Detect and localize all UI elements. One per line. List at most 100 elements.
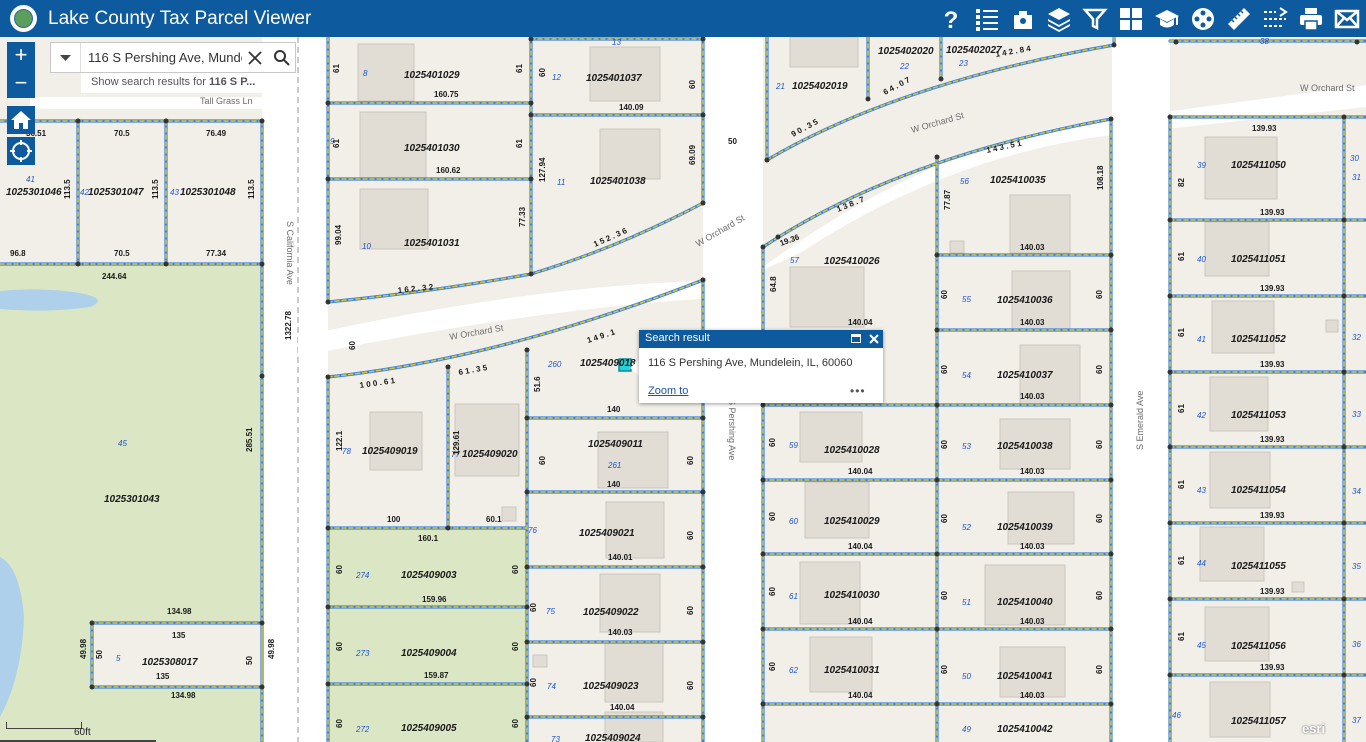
select-icon[interactable]: [1262, 6, 1288, 32]
address-number: 44: [1197, 559, 1206, 568]
parcel-pin: 1025301048: [180, 187, 236, 198]
layer-list-icon[interactable]: [974, 6, 1000, 32]
scale-label: 60ft: [74, 727, 91, 738]
search-icon[interactable]: [273, 49, 291, 67]
dimension-label: 139.93: [1260, 435, 1285, 444]
parcel-pin: 1025409018: [580, 358, 636, 369]
dimension-label: 60: [538, 68, 547, 77]
measure-icon[interactable]: [1226, 6, 1252, 32]
zoom-out-button[interactable]: −: [7, 70, 35, 98]
address-number: 35: [1352, 562, 1361, 571]
parcel-pin: 1025410028: [824, 445, 880, 456]
parcel-pin: 1025410042: [997, 724, 1053, 735]
dimension-label: 60: [1095, 665, 1104, 674]
street-label-pershing: S Pershing Ave: [727, 399, 737, 460]
dimension-label: 50: [728, 137, 737, 146]
dimension-label: 160.62: [436, 166, 461, 175]
dimension-label: 140.04: [848, 467, 873, 476]
dimension-label: 60: [686, 681, 695, 690]
app-title: Lake County Tax Parcel Viewer: [48, 8, 312, 29]
dimension-label: 60: [940, 591, 949, 600]
dimension-label: 60: [529, 603, 538, 612]
address-number: 38: [1260, 37, 1269, 46]
filter-icon[interactable]: [1082, 6, 1108, 32]
parcel-pin: 1025411053: [1231, 410, 1286, 421]
dimension-label: 1322.78: [284, 311, 293, 340]
dimension-label: 60.1: [486, 515, 502, 524]
dimension-label: 140.03: [1020, 691, 1045, 700]
address-number: 39: [1197, 161, 1206, 170]
popup-address: 116 S Pershing Ave, Mundelein, IL, 60060: [648, 357, 853, 369]
dimension-label: 60: [538, 456, 547, 465]
dimension-label: 50: [95, 650, 104, 659]
dimension-label: 129.61: [452, 430, 461, 455]
street-label-tall-grass: Tall Grass Ln: [200, 96, 253, 106]
dimension-label: 60: [1095, 591, 1104, 600]
basemap-icon[interactable]: [1010, 6, 1036, 32]
dimension-label: 61: [1177, 404, 1186, 413]
print-icon[interactable]: [1298, 6, 1324, 32]
dimension-label: 140.04: [848, 617, 873, 626]
parcel-pin: 1025410036: [997, 295, 1053, 306]
parcel-pin: 1025409004: [401, 648, 457, 659]
address-number: 60: [789, 517, 798, 526]
popup-pointer: [630, 360, 639, 376]
help-icon[interactable]: ?: [938, 6, 964, 32]
more-actions-button[interactable]: •••: [850, 384, 866, 398]
education-icon[interactable]: [1154, 6, 1180, 32]
zoom-to-link[interactable]: Zoom to: [648, 385, 688, 397]
search-suggestion[interactable]: Show search results for 116 S P...: [81, 73, 266, 93]
address-number: 273: [355, 649, 370, 658]
dimension-label: 60: [940, 665, 949, 674]
apps-grid-icon[interactable]: [1118, 6, 1144, 32]
dimension-label: 60: [768, 587, 777, 596]
clear-search-icon[interactable]: [247, 50, 263, 66]
parcel-pin: 1025409024: [585, 733, 641, 742]
dimension-label: 77.33: [518, 206, 527, 227]
address-number: 8: [363, 69, 368, 78]
parcel-pin: 1025401029: [404, 70, 460, 81]
home-button[interactable]: [7, 106, 35, 134]
film-reel-icon[interactable]: [1190, 6, 1216, 32]
address-number: 61: [789, 592, 798, 601]
dimension-label: 76.49: [206, 129, 227, 138]
dimension-label: 70.5: [114, 249, 130, 258]
close-icon[interactable]: [867, 332, 881, 346]
scale-bar: [6, 722, 82, 729]
crosshair-icon: [10, 140, 32, 162]
mail-icon[interactable]: [1334, 6, 1360, 32]
parcel-pin: 1025308017: [142, 657, 198, 668]
parcel-pin: 1025411052: [1231, 334, 1286, 345]
search-result-popup: Search result 116 S Pershing Ave, Mundel…: [639, 330, 883, 403]
dimension-label: 139.93: [1260, 360, 1285, 369]
dimension-label: 140.09: [619, 103, 644, 112]
dimension-label: 49.98: [267, 638, 276, 659]
address-number: 260: [547, 360, 562, 369]
zoom-in-button[interactable]: +: [7, 42, 35, 70]
dimension-label: 127.94: [538, 157, 547, 182]
parcel-pin: 1025409011: [588, 439, 643, 450]
dimension-label: 60: [335, 642, 344, 651]
maximize-icon[interactable]: [851, 334, 861, 343]
search-input[interactable]: [88, 49, 242, 66]
search-source-dropdown[interactable]: [51, 43, 81, 72]
dimension-label: 113.5: [151, 179, 160, 199]
dimension-label: 139.93: [1260, 587, 1285, 596]
parcel-pin: 1025410039: [997, 522, 1053, 533]
dimension-label: 140.03: [1020, 542, 1045, 551]
parcel-pin: 1025401030: [404, 143, 460, 154]
address-number: 76: [528, 526, 537, 535]
address-number: 50: [962, 672, 971, 681]
parcel-pin: 1025411054: [1231, 485, 1286, 496]
locate-button[interactable]: [7, 137, 35, 165]
app-header: Lake County Tax Parcel Viewer ?: [0, 0, 1366, 37]
parcel-pin: 1025411051: [1231, 254, 1286, 265]
parcel-pin: 1025411050: [1231, 160, 1286, 171]
dimension-label: 140.03: [1020, 617, 1045, 626]
dimension-label: 61: [515, 64, 524, 73]
layers-icon[interactable]: [1046, 6, 1072, 32]
dimension-label: 139.93: [1260, 284, 1285, 293]
parcel-pin: 1025411056: [1231, 641, 1286, 652]
parcel-pin: 1025301047: [88, 187, 144, 198]
parcel-pin: 1025410031: [824, 665, 880, 676]
